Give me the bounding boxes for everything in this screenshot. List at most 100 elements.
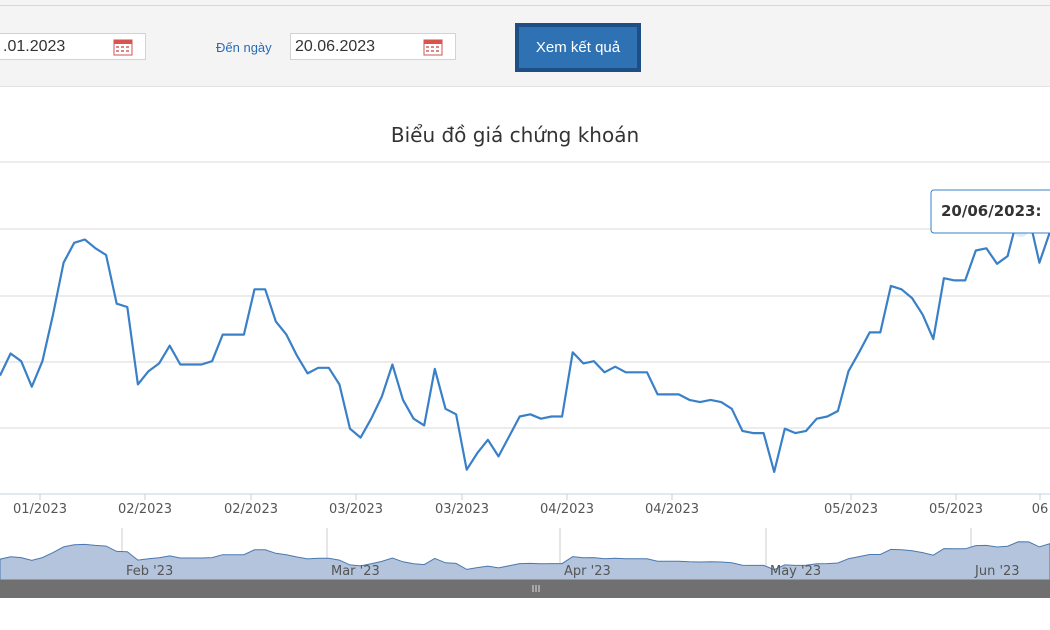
data-point[interactable]: [31, 386, 33, 388]
calendar-icon[interactable]: [423, 38, 443, 56]
data-point[interactable]: [932, 338, 934, 340]
data-point[interactable]: [243, 334, 245, 336]
data-point[interactable]: [508, 436, 510, 438]
data-point[interactable]: [731, 408, 733, 410]
data-point[interactable]: [349, 428, 351, 430]
data-point[interactable]: [413, 418, 415, 420]
data-point[interactable]: [20, 360, 22, 362]
data-point[interactable]: [551, 416, 553, 418]
data-point[interactable]: [222, 334, 224, 336]
data-point[interactable]: [370, 418, 372, 420]
data-point[interactable]: [137, 383, 139, 385]
data-point[interactable]: [741, 430, 743, 432]
data-point[interactable]: [604, 371, 606, 373]
data-point[interactable]: [52, 314, 54, 316]
data-point[interactable]: [763, 432, 765, 434]
data-point[interactable]: [848, 370, 850, 372]
view-results-button[interactable]: Xem kết quả: [515, 23, 641, 72]
data-point[interactable]: [572, 351, 574, 353]
data-point[interactable]: [837, 410, 839, 412]
data-point[interactable]: [211, 360, 213, 362]
data-point[interactable]: [445, 408, 447, 410]
data-point[interactable]: [264, 288, 266, 290]
data-point[interactable]: [975, 250, 977, 252]
data-point[interactable]: [360, 437, 362, 439]
data-point[interactable]: [476, 452, 478, 454]
data-point[interactable]: [402, 399, 404, 401]
data-point[interactable]: [148, 370, 150, 372]
data-point[interactable]: [391, 364, 393, 366]
data-point[interactable]: [911, 297, 913, 299]
data-point[interactable]: [254, 288, 256, 290]
data-point[interactable]: [678, 393, 680, 395]
data-point[interactable]: [296, 355, 298, 357]
data-point[interactable]: [657, 393, 659, 395]
data-point[interactable]: [190, 364, 192, 366]
data-point[interactable]: [964, 279, 966, 281]
data-point[interactable]: [126, 306, 128, 308]
data-point[interactable]: [858, 351, 860, 353]
data-point[interactable]: [646, 371, 648, 373]
data-point[interactable]: [879, 331, 881, 333]
data-point[interactable]: [816, 418, 818, 420]
data-point[interactable]: [232, 334, 234, 336]
data-point[interactable]: [922, 314, 924, 316]
data-point[interactable]: [699, 401, 701, 403]
data-point[interactable]: [487, 439, 489, 441]
data-point[interactable]: [275, 320, 277, 322]
data-point[interactable]: [434, 368, 436, 370]
data-point[interactable]: [116, 303, 118, 305]
data-point[interactable]: [901, 288, 903, 290]
data-point[interactable]: [95, 247, 97, 249]
data-point[interactable]: [41, 360, 43, 362]
data-point[interactable]: [869, 331, 871, 333]
data-point[interactable]: [635, 371, 637, 373]
data-point[interactable]: [805, 430, 807, 432]
data-point[interactable]: [498, 455, 500, 457]
scrollbar[interactable]: [0, 580, 1050, 598]
data-point[interactable]: [561, 416, 563, 418]
data-point[interactable]: [784, 428, 786, 430]
data-point[interactable]: [381, 396, 383, 398]
data-point[interactable]: [285, 334, 287, 336]
data-point[interactable]: [667, 393, 669, 395]
data-point[interactable]: [169, 345, 171, 347]
data-point[interactable]: [795, 432, 797, 434]
data-point[interactable]: [826, 416, 828, 418]
data-point[interactable]: [540, 418, 542, 420]
data-point[interactable]: [593, 360, 595, 362]
data-point[interactable]: [455, 413, 457, 415]
data-point[interactable]: [773, 471, 775, 473]
data-point[interactable]: [201, 364, 203, 366]
data-point[interactable]: [1007, 255, 1009, 257]
data-point[interactable]: [158, 362, 160, 364]
data-point[interactable]: [73, 242, 75, 244]
data-point[interactable]: [63, 262, 65, 264]
data-point[interactable]: [943, 277, 945, 279]
data-point[interactable]: [688, 399, 690, 401]
data-point[interactable]: [307, 372, 309, 374]
data-point[interactable]: [996, 263, 998, 265]
data-point[interactable]: [1038, 262, 1040, 264]
data-point[interactable]: [105, 254, 107, 256]
data-point[interactable]: [466, 469, 468, 471]
data-point[interactable]: [985, 247, 987, 249]
data-point[interactable]: [519, 416, 521, 418]
data-point[interactable]: [625, 371, 627, 373]
data-point[interactable]: [614, 366, 616, 368]
data-point[interactable]: [710, 399, 712, 401]
data-point[interactable]: [423, 424, 425, 426]
data-point[interactable]: [179, 364, 181, 366]
data-point[interactable]: [954, 279, 956, 281]
data-point[interactable]: [752, 432, 754, 434]
data-point[interactable]: [328, 367, 330, 369]
data-point[interactable]: [10, 353, 12, 355]
data-point[interactable]: [84, 239, 86, 241]
data-point[interactable]: [582, 362, 584, 364]
data-point[interactable]: [890, 285, 892, 287]
data-point[interactable]: [720, 401, 722, 403]
data-point[interactable]: [317, 367, 319, 369]
price-series-line[interactable]: [0, 214, 1050, 473]
calendar-icon[interactable]: [113, 38, 133, 56]
data-point[interactable]: [529, 413, 531, 415]
